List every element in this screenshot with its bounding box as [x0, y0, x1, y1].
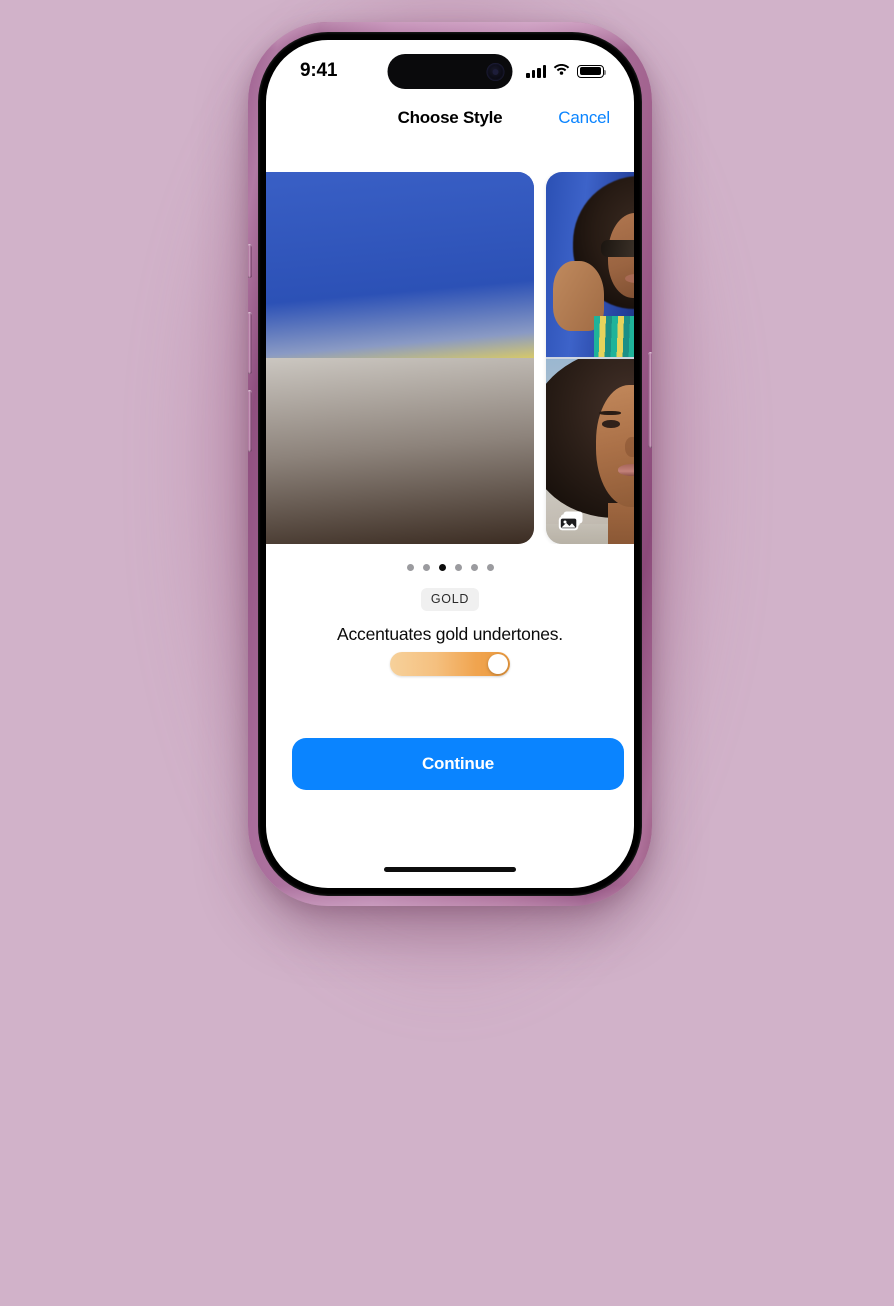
decor-lips [617, 464, 634, 476]
decor-brow-left [599, 410, 622, 416]
iphone-device-frame: 9:41 Choose Style Cancel GOLD Accentuate… [248, 22, 652, 906]
power-button[interactable] [648, 352, 652, 448]
photo-grid [546, 172, 634, 544]
decor-striped-top [593, 316, 634, 357]
style-card-active[interactable] [546, 172, 634, 544]
wifi-icon [553, 62, 570, 80]
intensity-slider-knob[interactable] [488, 654, 508, 674]
decor-neck [607, 503, 634, 544]
signal-bars-icon [526, 64, 546, 78]
peek-photo-bottom [266, 358, 534, 544]
pagination-dot-3[interactable] [438, 564, 446, 571]
volume-down-button[interactable] [248, 390, 252, 452]
style-card-previous[interactable] [266, 172, 534, 544]
pagination-dot-2[interactable] [422, 564, 430, 571]
pagination-dot-5[interactable] [470, 564, 478, 571]
front-camera-lens-icon [486, 62, 505, 81]
navigation-bar: Choose Style Cancel [266, 96, 634, 140]
peek-photo-top [266, 172, 534, 358]
home-indicator[interactable] [384, 867, 516, 872]
photo-thumbnail-bottom-left[interactable] [546, 359, 634, 544]
cancel-button[interactable]: Cancel [558, 108, 610, 128]
carousel-pagination[interactable] [266, 564, 634, 571]
device-bezel: 9:41 Choose Style Cancel GOLD Accentuate… [258, 32, 642, 896]
action-button[interactable] [248, 244, 252, 278]
decor-eye-left [602, 420, 620, 428]
style-carousel[interactable] [266, 172, 634, 544]
status-bar-indicators [526, 62, 607, 80]
photo-thumbnail-top-left[interactable] [546, 172, 634, 357]
continue-button[interactable]: Continue [292, 738, 624, 790]
dynamic-island [387, 54, 513, 89]
pagination-dot-1[interactable] [406, 564, 414, 571]
photo-library-icon[interactable] [558, 510, 584, 532]
battery-full-icon [577, 64, 607, 78]
page-title: Choose Style [397, 108, 503, 127]
intensity-slider-container [266, 652, 634, 676]
tone-badge-container: GOLD [266, 588, 634, 611]
status-bar-time: 9:41 [300, 60, 338, 81]
pagination-dot-4[interactable] [454, 564, 462, 571]
decor-sunglasses [600, 240, 634, 258]
tone-name-badge: GOLD [420, 588, 480, 611]
pagination-dot-6[interactable] [486, 564, 494, 571]
intensity-slider[interactable] [390, 652, 510, 676]
decor-nose [624, 436, 634, 458]
carousel-track[interactable] [266, 172, 634, 544]
volume-up-button[interactable] [248, 312, 252, 374]
phone-screen: 9:41 Choose Style Cancel GOLD Accentuate… [266, 40, 634, 888]
style-description: Accentuates gold undertones. [337, 624, 563, 644]
